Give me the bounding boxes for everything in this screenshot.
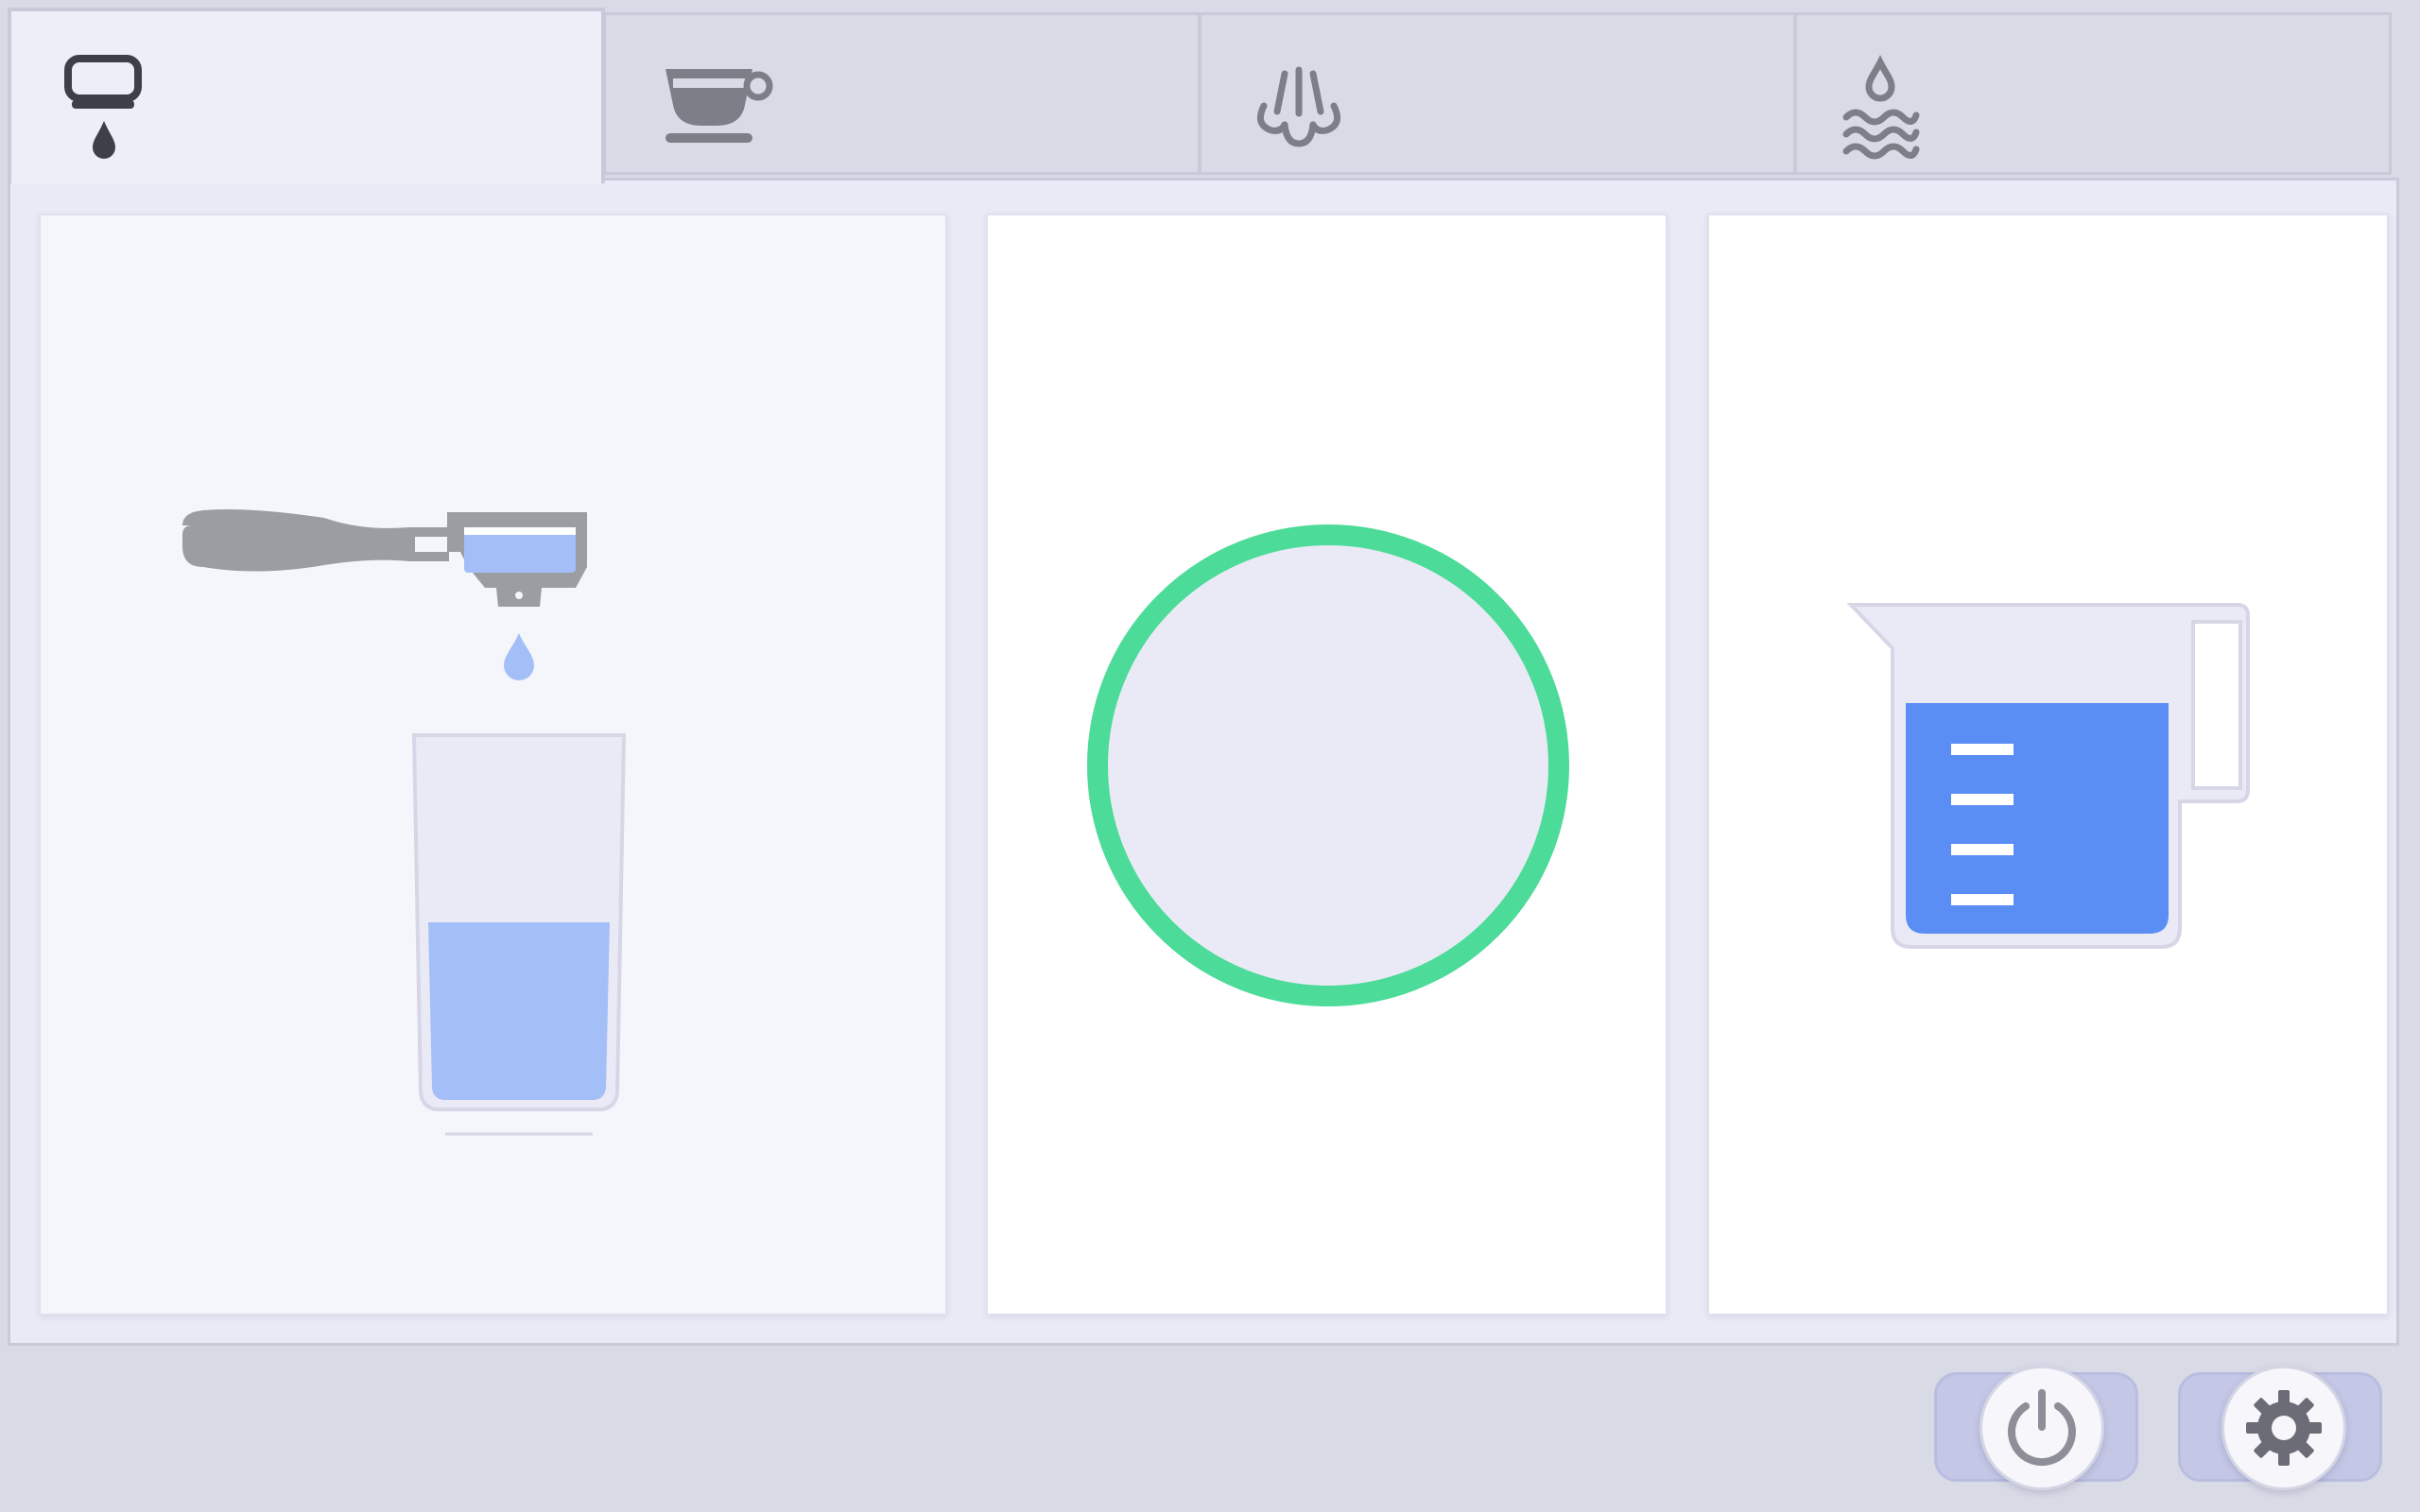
coffee-drip-icon (504, 633, 534, 680)
tab-cup[interactable] (603, 12, 1201, 175)
jug-tick-mark (1951, 794, 2014, 805)
jug-tick-mark (1951, 744, 2014, 755)
status-illustration (1087, 524, 1569, 1006)
gear-icon (2246, 1390, 2322, 1466)
tab-hot-water[interactable] (1794, 12, 2392, 175)
status-panel[interactable] (986, 214, 1668, 1315)
portafilter-icon (182, 509, 587, 607)
jug-tick-mark (1951, 894, 2014, 905)
power-icon (2008, 1389, 2076, 1467)
tab-brew[interactable] (8, 8, 605, 183)
steam-wand-icon (1256, 66, 1341, 147)
brew-panel[interactable] (39, 214, 947, 1315)
hot-water-icon (1842, 55, 1920, 160)
settings-button[interactable] (2221, 1366, 2346, 1490)
water-panel[interactable] (1707, 214, 2389, 1315)
jug-tick-mark (1951, 844, 2014, 855)
water-illustration (1846, 603, 2250, 949)
portafilter-drip-icon (64, 55, 142, 159)
main-content (8, 178, 2399, 1346)
power-button[interactable] (1979, 1366, 2104, 1490)
coffee-cup-icon (666, 69, 773, 143)
glass-icon (411, 733, 627, 1136)
measuring-jug-icon (1846, 603, 2250, 949)
tab-steam[interactable] (1199, 12, 1796, 175)
tab-bar (0, 0, 2420, 183)
brew-illustration (182, 509, 627, 1136)
